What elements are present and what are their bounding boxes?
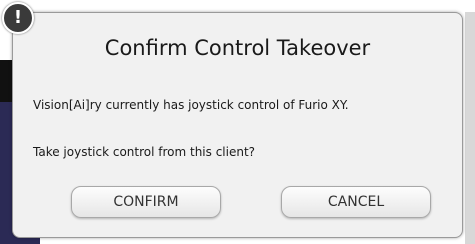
exclamation-icon: ! <box>2 2 34 34</box>
screen: ! Confirm Control Takeover Vision[Ai]ry … <box>0 0 475 244</box>
background-side-strip <box>465 12 475 244</box>
dialog-message: Vision[Ai]ry currently has joystick cont… <box>33 98 349 112</box>
background-app <box>0 0 475 12</box>
cancel-button[interactable]: CANCEL <box>281 186 431 218</box>
dialog-question: Take joystick control from this client? <box>33 145 256 159</box>
dialog-title: Confirm Control Takeover <box>104 36 371 60</box>
confirm-button[interactable]: CONFIRM <box>71 186 221 218</box>
